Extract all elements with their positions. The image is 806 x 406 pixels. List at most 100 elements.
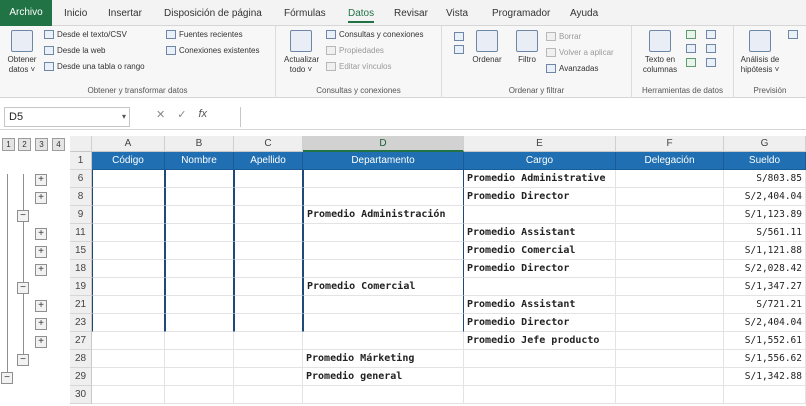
- collapse-group-button[interactable]: −: [17, 354, 29, 366]
- sueldo-cell[interactable]: S/2,028.42: [724, 260, 806, 278]
- table-header-cell[interactable]: Nombre: [165, 152, 234, 170]
- cancel-icon[interactable]: ✕: [156, 108, 165, 126]
- row-header[interactable]: 11: [70, 224, 92, 242]
- table-cell[interactable]: [92, 188, 165, 206]
- collapse-group-button[interactable]: −: [17, 210, 29, 222]
- expand-group-button[interactable]: +: [35, 246, 47, 258]
- sueldo-cell[interactable]: S/561.11: [724, 224, 806, 242]
- row-header[interactable]: 21: [70, 296, 92, 314]
- row-header[interactable]: 30: [70, 386, 92, 404]
- table-cell[interactable]: [616, 170, 724, 188]
- cargo-cell[interactable]: [464, 386, 616, 404]
- departamento-cell[interactable]: [303, 170, 464, 188]
- table-cell[interactable]: [92, 296, 165, 314]
- sueldo-cell[interactable]: S/721.21: [724, 296, 806, 314]
- row-header[interactable]: 28: [70, 350, 92, 368]
- table-cell[interactable]: [234, 242, 303, 260]
- table-cell[interactable]: [234, 206, 303, 224]
- sort-az-buttons[interactable]: [454, 32, 464, 54]
- collapse-group-button[interactable]: −: [17, 282, 29, 294]
- table-cell[interactable]: [616, 242, 724, 260]
- expand-group-button[interactable]: +: [35, 192, 47, 204]
- cargo-cell[interactable]: [464, 206, 616, 224]
- row-header[interactable]: 29: [70, 368, 92, 386]
- column-header-b[interactable]: B: [165, 136, 234, 152]
- conexiones-existentes-button[interactable]: Conexiones existentes: [166, 46, 260, 55]
- expand-group-button[interactable]: +: [35, 174, 47, 186]
- table-cell[interactable]: [92, 260, 165, 278]
- fuentes-recientes-button[interactable]: Fuentes recientes: [166, 30, 243, 39]
- tab-revisar[interactable]: Revisar: [394, 5, 428, 23]
- departamento-cell[interactable]: [303, 296, 464, 314]
- row-header[interactable]: 19: [70, 278, 92, 296]
- borrar-button[interactable]: Borrar: [546, 32, 581, 41]
- sueldo-cell[interactable]: S/2,404.04: [724, 188, 806, 206]
- table-cell[interactable]: [616, 224, 724, 242]
- table-cell[interactable]: [165, 332, 234, 350]
- outline-level-1-button[interactable]: 1: [2, 138, 15, 151]
- sueldo-cell[interactable]: S/1,121.88: [724, 242, 806, 260]
- column-header-c[interactable]: C: [234, 136, 303, 152]
- table-cell[interactable]: [92, 386, 165, 404]
- table-cell[interactable]: [234, 170, 303, 188]
- sueldo-cell[interactable]: S/2,404.04: [724, 314, 806, 332]
- table-cell[interactable]: [165, 206, 234, 224]
- expand-group-button[interactable]: +: [35, 336, 47, 348]
- sueldo-cell[interactable]: S/1,123.89: [724, 206, 806, 224]
- table-cell[interactable]: [92, 242, 165, 260]
- departamento-cell[interactable]: Promedio Administración: [303, 206, 464, 224]
- cargo-cell[interactable]: [464, 278, 616, 296]
- table-cell[interactable]: [92, 224, 165, 242]
- table-cell[interactable]: [165, 278, 234, 296]
- departamento-cell[interactable]: [303, 260, 464, 278]
- departamento-cell[interactable]: [303, 188, 464, 206]
- data-tools-small-buttons-2[interactable]: [706, 30, 716, 67]
- table-cell[interactable]: [616, 386, 724, 404]
- table-cell[interactable]: [92, 332, 165, 350]
- departamento-cell[interactable]: [303, 386, 464, 404]
- collapse-group-button[interactable]: −: [1, 372, 13, 384]
- table-cell[interactable]: [92, 170, 165, 188]
- chevron-down-icon[interactable]: ▾: [122, 108, 126, 126]
- tab-formulas[interactable]: Fórmulas: [284, 5, 326, 23]
- outline-level-4-button[interactable]: 4: [52, 138, 65, 151]
- filtro-button[interactable]: Filtro: [510, 30, 544, 65]
- row-header[interactable]: 8: [70, 188, 92, 206]
- column-header-g[interactable]: G: [724, 136, 806, 152]
- table-cell[interactable]: [234, 386, 303, 404]
- data-tools-small-buttons[interactable]: [686, 30, 696, 67]
- select-all-corner[interactable]: [70, 136, 92, 152]
- sueldo-cell[interactable]: S/1,347.27: [724, 278, 806, 296]
- table-cell[interactable]: [165, 170, 234, 188]
- expand-group-button[interactable]: +: [35, 228, 47, 240]
- table-header-cell[interactable]: Apellido: [234, 152, 303, 170]
- table-cell[interactable]: [616, 368, 724, 386]
- table-cell[interactable]: [165, 260, 234, 278]
- row-header[interactable]: 23: [70, 314, 92, 332]
- table-cell[interactable]: [165, 368, 234, 386]
- tab-datos[interactable]: Datos: [348, 5, 375, 23]
- editar-vinculos-button[interactable]: Editar vínculos: [326, 62, 391, 71]
- table-cell[interactable]: [92, 278, 165, 296]
- sueldo-cell[interactable]: S/1,342.88: [724, 368, 806, 386]
- table-cell[interactable]: [165, 386, 234, 404]
- table-cell[interactable]: [92, 206, 165, 224]
- departamento-cell[interactable]: [303, 332, 464, 350]
- sueldo-cell[interactable]: [724, 386, 806, 404]
- cargo-cell[interactable]: Promedio Administrative: [464, 170, 616, 188]
- tab-disposicion[interactable]: Disposición de página: [164, 5, 262, 23]
- column-header-f[interactable]: F: [616, 136, 724, 152]
- expand-group-button[interactable]: +: [35, 318, 47, 330]
- sueldo-cell[interactable]: S/1,552.61: [724, 332, 806, 350]
- cargo-cell[interactable]: Promedio Director: [464, 188, 616, 206]
- cargo-cell[interactable]: Promedio Assistant: [464, 296, 616, 314]
- table-cell[interactable]: [92, 368, 165, 386]
- departamento-cell[interactable]: Promedio Márketing: [303, 350, 464, 368]
- table-cell[interactable]: [165, 242, 234, 260]
- table-cell[interactable]: [616, 350, 724, 368]
- table-cell[interactable]: [165, 314, 234, 332]
- table-header-cell[interactable]: Código: [92, 152, 165, 170]
- cargo-cell[interactable]: Promedio Assistant: [464, 224, 616, 242]
- table-cell[interactable]: [234, 278, 303, 296]
- cargo-cell[interactable]: [464, 350, 616, 368]
